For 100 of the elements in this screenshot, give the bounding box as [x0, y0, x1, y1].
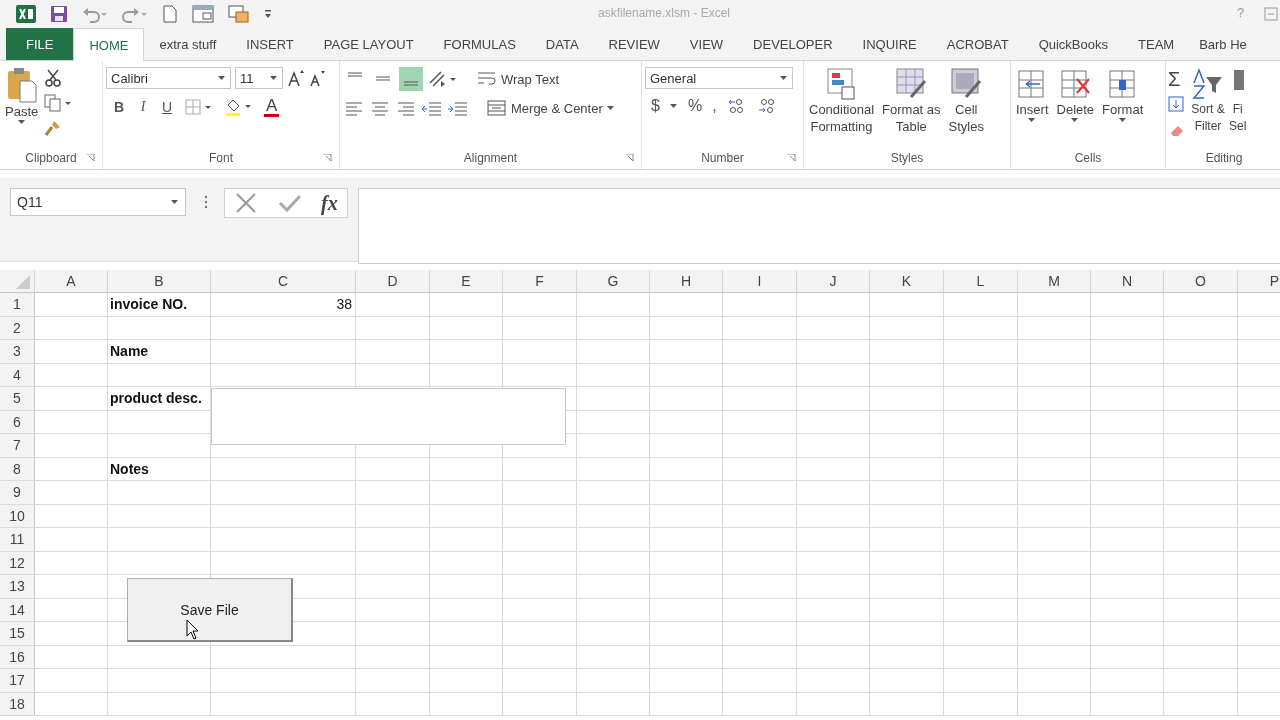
row-header[interactable]: 10	[0, 504, 35, 527]
align-left-icon[interactable]	[343, 99, 365, 117]
column-header[interactable]: G	[577, 270, 650, 292]
column-header[interactable]: E	[430, 270, 503, 292]
save-file-button[interactable]: Save File	[127, 578, 293, 642]
column-header[interactable]: B	[108, 270, 211, 292]
dialog-launcher-icon[interactable]	[324, 154, 332, 162]
vertical-align-icon[interactable]	[399, 67, 423, 91]
decrease-decimal-icon[interactable]	[756, 97, 777, 115]
row-header[interactable]: 18	[0, 692, 35, 715]
ribbon-tab[interactable]: DEVELOPER	[738, 28, 848, 60]
cells-button[interactable]: Delete	[1054, 67, 1097, 123]
cells-button[interactable]: Format	[1100, 67, 1146, 123]
autosum-button[interactable]: Σ	[1168, 69, 1188, 89]
dialog-launcher-icon[interactable]	[788, 154, 796, 162]
row-header[interactable]: 13	[0, 575, 35, 598]
column-header[interactable]: L	[944, 270, 1018, 292]
orientation-icon[interactable]	[427, 69, 459, 89]
customize-caret-icon[interactable]	[264, 8, 272, 20]
dialog-launcher-icon[interactable]	[626, 154, 634, 162]
wrap-text-button[interactable]: Wrap Text	[477, 71, 560, 87]
user-name[interactable]: Barb He	[1189, 28, 1262, 60]
column-header[interactable]: O	[1164, 270, 1238, 292]
row-header[interactable]: 1	[0, 293, 35, 316]
undo-icon[interactable]	[82, 5, 108, 23]
increase-indent-icon[interactable]	[447, 99, 469, 117]
align-center-icon[interactable]	[369, 99, 391, 117]
row-header[interactable]: 7	[0, 434, 35, 457]
cells-button[interactable]: Insert	[1014, 67, 1051, 123]
dialog-launcher-icon[interactable]	[87, 154, 95, 162]
decrease-font-icon[interactable]	[309, 69, 327, 87]
italic-button[interactable]: I	[136, 99, 150, 115]
ribbon-tab[interactable]: INQUIRE	[847, 28, 932, 60]
column-header[interactable]: K	[870, 270, 944, 292]
ribbon-tab[interactable]: ACROBAT	[931, 28, 1024, 60]
align-right-icon[interactable]	[395, 99, 417, 117]
copy-icon[interactable]	[44, 94, 73, 112]
ribbon-tab[interactable]: extra stuff	[144, 28, 232, 60]
column-header[interactable]: F	[503, 270, 577, 292]
formula-input[interactable]	[358, 188, 1280, 264]
row-header[interactable]: 9	[0, 481, 35, 504]
comma-button[interactable]: ,	[712, 97, 717, 115]
row-header[interactable]: 11	[0, 528, 35, 551]
row-header[interactable]: 6	[0, 410, 35, 433]
row-header[interactable]: 3	[0, 340, 35, 363]
fill-color-icon[interactable]	[224, 97, 254, 117]
font-color-button[interactable]: A	[264, 97, 280, 117]
name-box[interactable]: Q11	[10, 188, 186, 216]
row-header[interactable]: 14	[0, 598, 35, 621]
ribbon-tab[interactable]: QuickBooks	[1023, 28, 1123, 60]
increase-font-icon[interactable]	[287, 69, 305, 87]
ribbon-tab[interactable]: DATA	[530, 28, 594, 60]
check-icon[interactable]	[276, 192, 303, 214]
window-icon[interactable]	[228, 5, 250, 23]
currency-button[interactable]: $	[651, 97, 660, 115]
editing-button[interactable]: Fi Sel	[1228, 67, 1248, 135]
row-header[interactable]: 4	[0, 363, 35, 386]
styles-button[interactable]: Conditional Formatting	[807, 67, 877, 135]
column-header[interactable]: I	[723, 270, 797, 292]
column-header[interactable]: M	[1018, 270, 1091, 292]
caret-icon[interactable]	[669, 103, 678, 109]
row-header[interactable]: 16	[0, 645, 35, 668]
text-box[interactable]	[211, 388, 566, 445]
ribbon-tab[interactable]: PAGE LAYOUT	[308, 28, 429, 60]
file-tab[interactable]: FILE	[6, 28, 74, 60]
insert-function-button[interactable]: fx	[321, 191, 338, 215]
font-family-dropdown[interactable]: Calibri	[106, 67, 231, 89]
form-icon[interactable]	[192, 5, 214, 23]
borders-icon[interactable]	[184, 98, 214, 116]
column-header[interactable]: D	[356, 270, 430, 292]
column-header[interactable]: A	[35, 270, 108, 292]
cancel-icon[interactable]	[234, 192, 259, 214]
save-icon[interactable]	[50, 5, 68, 23]
merge-center-button[interactable]: Merge & Center	[487, 100, 615, 116]
number-format-dropdown[interactable]: General	[645, 67, 793, 89]
ribbon-tab[interactable]: HOME	[73, 28, 145, 61]
ribbon-tab[interactable]: TEAM	[1123, 28, 1190, 60]
row-header[interactable]: 8	[0, 457, 35, 480]
format-painter-icon[interactable]	[44, 119, 63, 137]
column-header[interactable]: J	[797, 270, 870, 292]
font-size-dropdown[interactable]: 11	[235, 67, 283, 89]
column-header[interactable]: P	[1238, 270, 1280, 292]
cut-icon[interactable]	[44, 69, 63, 87]
row-header[interactable]: 12	[0, 551, 35, 574]
ribbon-tab[interactable]: FORMULAS	[428, 28, 531, 60]
bold-button[interactable]: B	[112, 99, 126, 115]
ribbon-tab[interactable]: INSERT	[231, 28, 309, 60]
row-header[interactable]: 15	[0, 622, 35, 645]
row-header[interactable]: 2	[0, 316, 35, 339]
column-header[interactable]: H	[650, 270, 723, 292]
column-header[interactable]: N	[1091, 270, 1164, 292]
column-header[interactable]: C	[211, 270, 356, 292]
editing-button[interactable]: Sort & Filter	[1190, 67, 1226, 135]
row-header[interactable]: 17	[0, 669, 35, 692]
excel-logo-icon[interactable]	[16, 5, 36, 23]
redo-icon[interactable]	[122, 5, 148, 23]
underline-button[interactable]: U	[160, 99, 174, 115]
styles-button[interactable]: Format as Table	[880, 67, 943, 135]
decrease-indent-icon[interactable]	[421, 99, 443, 117]
ribbon-tab[interactable]: VIEW	[674, 28, 739, 60]
